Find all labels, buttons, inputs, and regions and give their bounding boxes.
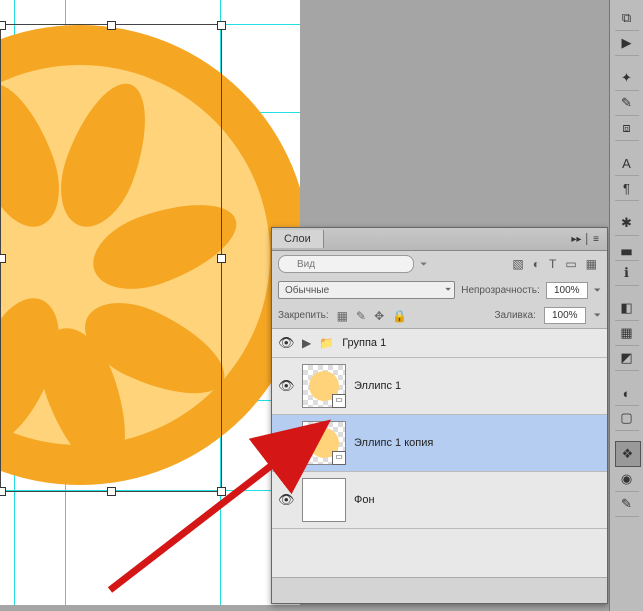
navigator-panel-icon[interactable]: ✱ bbox=[615, 211, 639, 236]
color-panel-icon[interactable]: ◧ bbox=[615, 296, 639, 321]
masks-panel-icon[interactable]: ▢ bbox=[615, 406, 639, 431]
swatches-panel-icon[interactable]: ▦ bbox=[615, 321, 639, 346]
layer-list: 👁 ▶ 📁 Группа 1 👁 ▭ Эллипс 1 👁 ▭ Эллипс 1… bbox=[272, 328, 607, 578]
document-canvas[interactable] bbox=[0, 0, 300, 605]
tab-layers[interactable]: Слои bbox=[272, 230, 324, 248]
visibility-toggle-icon[interactable]: 👁 bbox=[278, 492, 294, 508]
clone-source-icon[interactable]: ⧈ bbox=[615, 116, 639, 141]
character-panel-icon[interactable]: A bbox=[615, 151, 639, 176]
layer-name[interactable]: Эллипс 1 bbox=[354, 380, 401, 392]
transform-bounds[interactable] bbox=[0, 24, 222, 492]
layer-name[interactable]: Группа 1 bbox=[342, 337, 386, 349]
layers-panel-icon[interactable]: ❖ bbox=[615, 441, 641, 467]
lock-label: Закрепить: bbox=[278, 310, 329, 321]
folder-icon: 📁 bbox=[319, 336, 334, 350]
paths-panel-icon[interactable]: ✎ bbox=[615, 492, 639, 517]
paragraph-panel-icon[interactable]: ¶ bbox=[615, 176, 639, 201]
history-panel-icon[interactable]: ⧉ bbox=[615, 6, 639, 31]
fill-value[interactable]: 100% bbox=[544, 307, 586, 324]
disclosure-icon[interactable]: ▶ bbox=[302, 336, 311, 350]
layers-panel: Слои ▸▸ │ ≡ 🔍 ⏷ ▧ ◐ T ▭ ▦ Обычные Непроз… bbox=[271, 227, 608, 604]
layer-name[interactable]: Эллипс 1 копия bbox=[354, 437, 433, 449]
layer-row[interactable]: 👁 ▭ Эллипс 1 bbox=[272, 358, 607, 415]
filter-type-icon[interactable]: T bbox=[549, 257, 556, 271]
filter-pixel-icon[interactable]: ▧ bbox=[512, 257, 523, 271]
opacity-value[interactable]: 100% bbox=[546, 282, 588, 299]
lock-move-icon[interactable]: ✥ bbox=[374, 309, 384, 323]
lock-all-icon[interactable]: 🔒 bbox=[392, 309, 407, 323]
panel-menu-icon[interactable]: ▸▸ │ ≡ bbox=[563, 234, 607, 245]
layer-thumbnail[interactable]: ▭ bbox=[302, 421, 346, 465]
layer-row[interactable]: 👁 Фон bbox=[272, 472, 607, 529]
layer-thumbnail[interactable]: ▭ bbox=[302, 364, 346, 408]
styles-panel-icon[interactable]: ◩ bbox=[615, 346, 639, 371]
visibility-toggle-icon[interactable]: 👁 bbox=[278, 378, 294, 394]
filter-smart-icon[interactable]: ▦ bbox=[586, 257, 597, 271]
visibility-toggle-icon[interactable]: 👁 bbox=[278, 435, 294, 451]
brush-presets-icon[interactable]: ✎ bbox=[615, 91, 639, 116]
brush-panel-icon[interactable]: ✦ bbox=[615, 66, 639, 91]
visibility-toggle-icon[interactable]: 👁 bbox=[278, 335, 294, 351]
filter-shape-icon[interactable]: ▭ bbox=[565, 257, 576, 271]
dock-toolbar: ⧉ ▶ ✦ ✎ ⧈ A ¶ ✱ ▃ ℹ ◧ ▦ ◩ ◐ ▢ ❖ ◉ ✎ bbox=[609, 0, 643, 611]
blend-mode-select[interactable]: Обычные bbox=[278, 281, 455, 299]
actions-panel-icon[interactable]: ▶ bbox=[615, 31, 639, 56]
lock-transparent-icon[interactable]: ▦ bbox=[337, 309, 348, 323]
layer-row[interactable]: 👁 ▭ Эллипс 1 копия bbox=[272, 415, 607, 472]
histogram-panel-icon[interactable]: ▃ bbox=[615, 236, 639, 261]
adjustments-panel-icon[interactable]: ◐ bbox=[615, 381, 639, 406]
channels-panel-icon[interactable]: ◉ bbox=[615, 467, 639, 492]
filter-adjust-icon[interactable]: ◐ bbox=[533, 257, 540, 271]
layer-group-row[interactable]: 👁 ▶ 📁 Группа 1 bbox=[272, 329, 607, 358]
layer-name[interactable]: Фон bbox=[354, 494, 375, 506]
lock-paint-icon[interactable]: ✎ bbox=[356, 309, 366, 323]
info-panel-icon[interactable]: ℹ bbox=[615, 261, 639, 286]
layer-filter-input[interactable] bbox=[278, 255, 414, 273]
layer-thumbnail[interactable] bbox=[302, 478, 346, 522]
fill-label: Заливка: bbox=[495, 310, 536, 321]
opacity-label: Непрозрачность: bbox=[461, 285, 540, 296]
